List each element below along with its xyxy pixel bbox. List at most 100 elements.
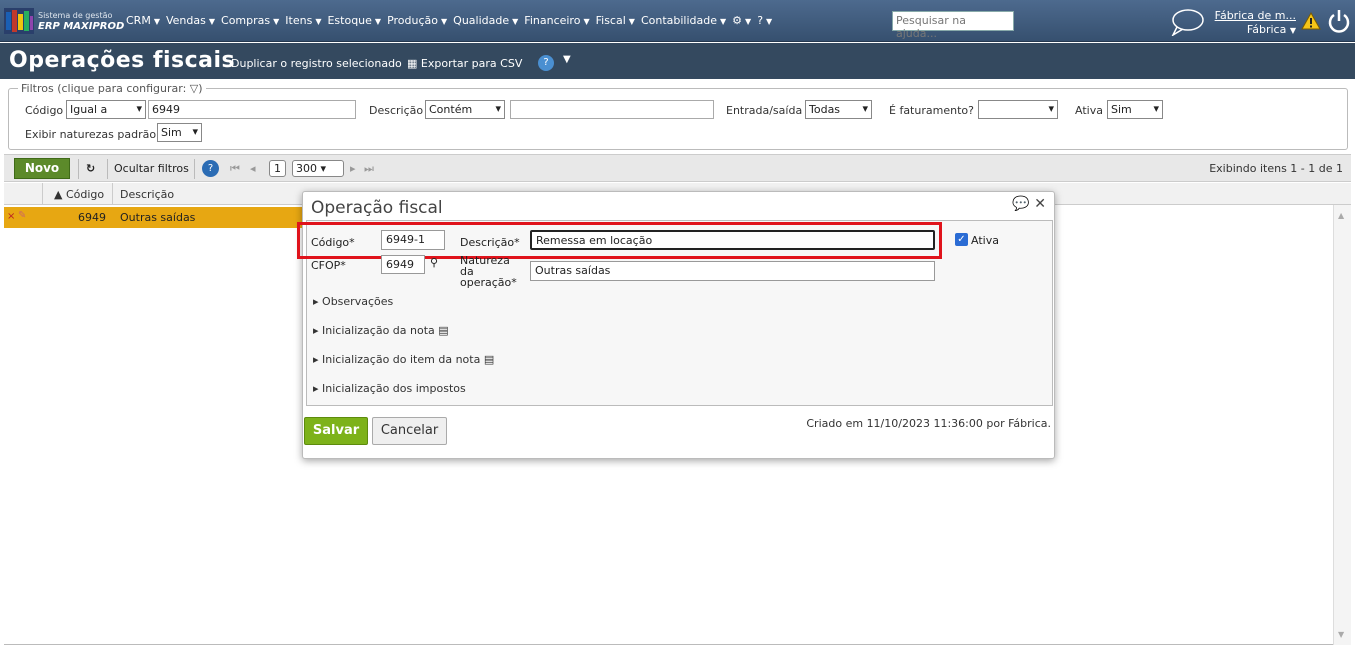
filter-entrada-select[interactable]: Todas ▾	[805, 100, 872, 119]
brand-line1: Sistema de gestão	[38, 11, 113, 20]
erp-logo-icon[interactable]	[4, 8, 34, 34]
user-name: Fábrica	[1246, 23, 1287, 36]
chevron-down-icon: ▾	[862, 102, 868, 115]
menu-financeiro[interactable]: Financeiro ▼	[524, 14, 595, 27]
section-inicializacao-impostos[interactable]: ▸ Inicialização dos impostos	[313, 382, 466, 395]
chevron-down-icon: ▾	[136, 102, 142, 115]
export-csv-button[interactable]: ▦ Exportar para CSV	[407, 57, 522, 70]
filter-ativa-value: Sim	[1111, 103, 1132, 116]
column-header-codigo-label: Código	[65, 188, 105, 201]
filter-descricao-input[interactable]	[510, 100, 714, 119]
ativa-checkbox[interactable]: ✓	[955, 233, 968, 246]
hide-filters-button[interactable]: Ocultar filtros	[114, 162, 189, 175]
scroll-up-icon[interactable]: ▲	[1338, 211, 1344, 220]
search-icon[interactable]: ⚲	[430, 256, 438, 269]
menu-itens[interactable]: Itens ▼	[285, 14, 327, 27]
menu-compras[interactable]: Compras ▼	[221, 14, 285, 27]
brand-line2: ERP MAXIPROD	[38, 21, 125, 32]
refresh-icon[interactable]: ↻	[86, 162, 95, 175]
spreadsheet-icon: ▦	[407, 57, 418, 70]
chevron-down-icon: ▼	[153, 17, 160, 26]
toolbar-divider	[107, 159, 108, 179]
filter-entrada-value: Todas	[809, 103, 841, 116]
gear-icon: ⚙	[732, 14, 743, 27]
menu-settings[interactable]: ⚙ ▼	[732, 14, 757, 27]
menu-producao[interactable]: Produção ▼	[387, 14, 453, 27]
cancel-button[interactable]: Cancelar	[372, 417, 447, 445]
dialog-controls: 💬 ✕	[1012, 196, 1046, 212]
save-button[interactable]: Salvar	[304, 417, 368, 445]
cfop-label: CFOP*	[311, 259, 346, 272]
expand-icon: ▸	[313, 324, 319, 337]
page-size-select[interactable]: 300 ▾	[292, 160, 344, 177]
edit-icon[interactable]: ✎	[18, 210, 26, 221]
scroll-down-icon[interactable]: ▼	[1338, 630, 1344, 639]
user-menu[interactable]: Fábrica de m... Fábrica ▼	[1210, 9, 1296, 38]
section-observacoes[interactable]: ▸ Observações	[313, 295, 393, 308]
power-icon[interactable]	[1326, 8, 1352, 34]
page-number-input[interactable]: 1	[269, 160, 286, 177]
filter-descricao-operator[interactable]: Contém ▾	[425, 100, 505, 119]
chevron-down-icon: ▼	[512, 17, 519, 26]
delete-icon[interactable]: ×	[7, 211, 15, 222]
company-name[interactable]: Fábrica de m...	[1210, 9, 1296, 23]
page-header: Operações fiscais Duplicar o registro se…	[0, 43, 1355, 79]
chevron-down-icon: ▼	[583, 17, 590, 26]
created-info: Criado em 11/10/2023 11:36:00 por Fábric…	[806, 417, 1051, 430]
help-icon[interactable]: ?	[538, 55, 554, 71]
duplicate-record-button[interactable]: Duplicar o registro selecionado	[231, 57, 402, 70]
table-row[interactable]: × ✎ 6949 Outras saídas	[4, 207, 302, 228]
column-header-codigo[interactable]: ▲ Código	[54, 188, 104, 201]
chevron-down-icon: ▼	[628, 17, 635, 26]
filter-faturamento-select[interactable]: ▾	[978, 100, 1058, 119]
chat-bubble-icon[interactable]	[1170, 8, 1204, 36]
column-header-descricao[interactable]: Descrição	[120, 188, 174, 201]
warning-icon[interactable]	[1301, 12, 1321, 30]
grid-toolbar: Novo ↻ Ocultar filtros ? ⏮ ◂ 1 300 ▾ ▸ ⏭…	[4, 154, 1351, 182]
expand-icon: ▸	[313, 295, 319, 308]
chevron-down-icon: ▾	[192, 125, 198, 138]
menu-vendas[interactable]: Vendas ▼	[166, 14, 221, 27]
filter-codigo-label: Código	[25, 104, 64, 117]
natureza-input[interactable]: Outras saídas	[530, 261, 935, 281]
comment-icon[interactable]: 💬	[1012, 196, 1029, 212]
chevron-down-icon: ▾	[1153, 102, 1159, 115]
menu-estoque[interactable]: Estoque ▼	[327, 14, 387, 27]
filter-codigo-operator[interactable]: Igual a ▾	[66, 100, 146, 119]
filter-naturezas-value: Sim	[161, 126, 182, 139]
new-button[interactable]: Novo	[14, 158, 70, 179]
brand-name[interactable]: Sistema de gestão ERP MAXIPROD	[38, 10, 124, 32]
chevron-down-icon[interactable]: ▼	[563, 54, 571, 65]
menu-fiscal[interactable]: Fiscal ▼	[596, 14, 641, 27]
menu-qualidade[interactable]: Qualidade ▼	[453, 14, 524, 27]
filter-codigo-operator-value: Igual a	[70, 103, 108, 116]
section-inicializacao-item[interactable]: ▸ Inicialização do item da nota ▤	[313, 353, 494, 366]
prev-page-icon[interactable]: ◂	[250, 162, 256, 175]
help-search-input[interactable]: Pesquisar na ajuda...	[892, 11, 1014, 40]
chevron-down-icon: ▼	[766, 17, 773, 26]
filter-naturezas-select[interactable]: Sim ▾	[157, 123, 202, 142]
filters-panel	[8, 88, 1348, 150]
filter-ativa-select[interactable]: Sim ▾	[1107, 100, 1163, 119]
section-inicializacao-item-label: Inicialização do item da nota	[322, 353, 481, 366]
first-page-icon[interactable]: ⏮	[230, 162, 240, 176]
menu-help[interactable]: ? ▼	[757, 14, 778, 27]
cfop-input[interactable]: 6949	[381, 255, 425, 274]
menu-crm[interactable]: CRM ▼	[126, 14, 166, 27]
close-icon[interactable]: ✕	[1034, 196, 1046, 212]
filter-codigo-input[interactable]: 6949	[148, 100, 356, 119]
vertical-scrollbar[interactable]: ▲ ▼	[1333, 205, 1351, 645]
chevron-down-icon: ▼	[720, 17, 727, 26]
filters-legend[interactable]: Filtros (clique para configurar: ▽)	[18, 82, 206, 95]
filter-ativa-label: Ativa	[1075, 104, 1103, 117]
section-inicializacao-nota[interactable]: ▸ Inicialização da nota ▤	[313, 324, 449, 337]
chevron-down-icon: ▼	[374, 17, 382, 26]
sort-asc-icon: ▲	[54, 188, 63, 201]
last-page-icon[interactable]: ⏭	[364, 162, 374, 176]
natureza-label-3: operação*	[460, 276, 517, 289]
filter-descricao-operator-value: Contém	[429, 103, 473, 116]
help-icon[interactable]: ?	[202, 160, 219, 177]
column-divider	[112, 183, 113, 205]
menu-contabilidade[interactable]: Contabilidade ▼	[641, 14, 732, 27]
next-page-icon[interactable]: ▸	[350, 162, 356, 175]
